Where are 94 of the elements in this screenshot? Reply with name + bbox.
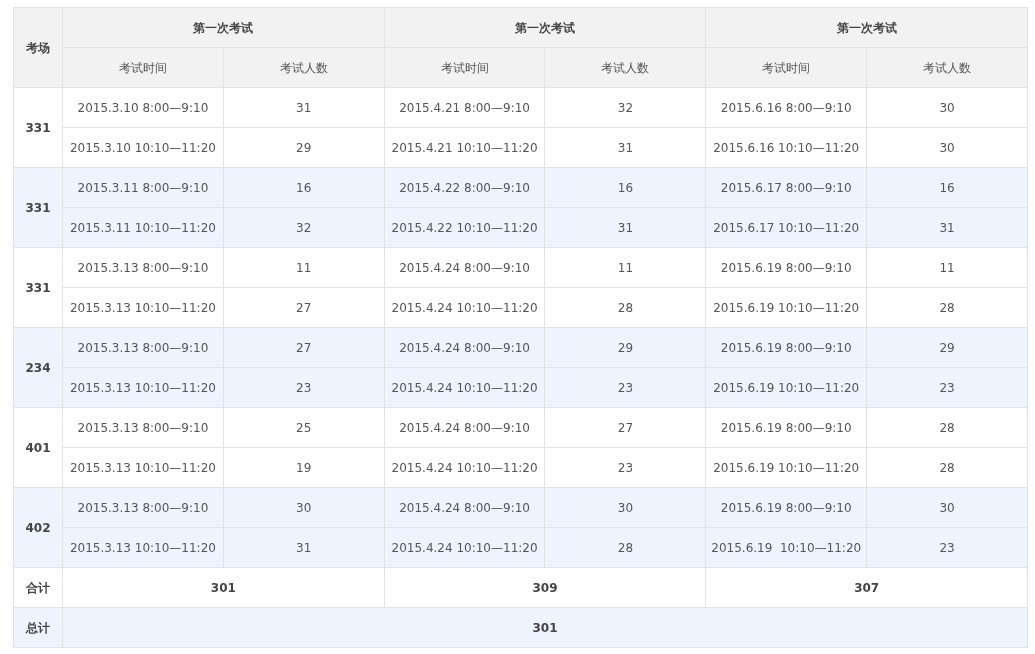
table-cell: 2015.4.21 8:00—9:10 (384, 87, 545, 128)
table-cell: 25 (223, 407, 385, 448)
column-header: 考试时间 (62, 47, 224, 88)
table-cell: 2015.4.21 10:10—11:20 (384, 127, 545, 168)
table-cell: 2015.6.19 10:10—11:20 (705, 447, 867, 488)
table-cell: 2015.4.24 10:10—11:20 (384, 367, 545, 408)
table-cell: 2015.3.13 8:00—9:10 (62, 407, 224, 448)
table-cell: 2015.3.13 8:00—9:10 (62, 327, 224, 368)
table-cell: 2015.6.19 8:00—9:10 (705, 327, 867, 368)
subtotal-cell: 307 (705, 567, 1028, 608)
table-cell: 31 (545, 207, 706, 248)
column-header: 考试人数 (545, 47, 706, 88)
table-cell: 2015.4.24 10:10—11:20 (384, 527, 545, 568)
room-cell: 234 (13, 327, 63, 408)
row-header: 总计 (13, 607, 63, 648)
table-cell: 2015.4.22 10:10—11:20 (384, 207, 545, 248)
table-cell: 2015.6.17 10:10—11:20 (705, 207, 867, 248)
table-cell: 28 (866, 447, 1028, 488)
column-header: 考场 (13, 7, 63, 88)
table-cell: 23 (223, 367, 385, 408)
table-cell: 2015.3.13 8:00—9:10 (62, 487, 224, 528)
table-cell: 2015.6.16 10:10—11:20 (705, 127, 867, 168)
table-cell: 32 (223, 207, 385, 248)
table-cell: 2015.6.19 8:00—9:10 (705, 487, 867, 528)
table-cell: 31 (866, 207, 1028, 248)
table-cell: 2015.3.13 10:10—11:20 (62, 527, 224, 568)
table-cell: 11 (545, 247, 706, 288)
table-cell: 16 (545, 167, 706, 208)
table-cell: 2015.3.13 10:10—11:20 (62, 447, 224, 488)
table-cell: 2015.3.11 8:00—9:10 (62, 167, 224, 208)
table-cell: 2015.6.17 8:00—9:10 (705, 167, 867, 208)
table-cell: 16 (223, 167, 385, 208)
table-cell: 2015.4.24 8:00—9:10 (384, 327, 545, 368)
table-cell: 2015.4.24 8:00—9:10 (384, 407, 545, 448)
table-cell: 11 (866, 247, 1028, 288)
table-cell: 2015.6.19 8:00—9:10 (705, 407, 867, 448)
table-cell: 2015.6.19 10:10—11:20 (705, 367, 867, 408)
table-cell: 30 (866, 487, 1028, 528)
table-cell: 27 (223, 287, 385, 328)
table-cell: 28 (545, 287, 706, 328)
table-cell: 30 (866, 87, 1028, 128)
room-cell: 402 (13, 487, 63, 568)
table-cell: 2015.3.13 8:00—9:10 (62, 247, 224, 288)
table-cell: 19 (223, 447, 385, 488)
table-cell: 2015.4.24 8:00—9:10 (384, 487, 545, 528)
table-cell: 29 (223, 127, 385, 168)
table-cell: 23 (545, 447, 706, 488)
room-cell: 401 (13, 407, 63, 488)
total-cell: 301 (62, 607, 1028, 648)
table-cell: 2015.4.22 8:00—9:10 (384, 167, 545, 208)
table-cell: 27 (545, 407, 706, 448)
table-cell: 28 (866, 287, 1028, 328)
subtotal-cell: 309 (384, 567, 706, 608)
table-cell: 2015.6.16 8:00—9:10 (705, 87, 867, 128)
table-cell: 16 (866, 167, 1028, 208)
table-cell: 31 (223, 527, 385, 568)
table-cell: 2015.6.19 8:00—9:10 (705, 247, 867, 288)
room-cell: 331 (13, 167, 63, 248)
table-cell: 2015.4.24 10:10—11:20 (384, 447, 545, 488)
table-cell: 2015.6.19 10:10—11:20 (705, 287, 867, 328)
table-cell: 2015.3.10 10:10—11:20 (62, 127, 224, 168)
table-cell: 11 (223, 247, 385, 288)
table-cell: 28 (866, 407, 1028, 448)
room-cell: 331 (13, 87, 63, 168)
table-cell: 2015.3.11 10:10—11:20 (62, 207, 224, 248)
table-cell: 2015.3.13 10:10—11:20 (62, 287, 224, 328)
column-header: 考试时间 (705, 47, 867, 88)
table-cell: 31 (545, 127, 706, 168)
column-header: 考试人数 (866, 47, 1028, 88)
table-cell: 30 (223, 487, 385, 528)
table-cell: 30 (545, 487, 706, 528)
table-cell: 23 (866, 367, 1028, 408)
table-cell: 31 (223, 87, 385, 128)
row-header: 合计 (13, 567, 63, 608)
table-cell: 2015.4.24 10:10—11:20 (384, 287, 545, 328)
group-header: 第一次考试 (384, 7, 706, 48)
column-header: 考试人数 (223, 47, 385, 88)
group-header: 第一次考试 (705, 7, 1028, 48)
table-cell: 23 (545, 367, 706, 408)
subtotal-cell: 301 (62, 567, 385, 608)
table-cell: 32 (545, 87, 706, 128)
room-cell: 331 (13, 247, 63, 328)
column-header: 考试时间 (384, 47, 545, 88)
table-cell: 2015.3.10 8:00—9:10 (62, 87, 224, 128)
table-cell: 29 (545, 327, 706, 368)
table-cell: 23 (866, 527, 1028, 568)
group-header: 第一次考试 (62, 7, 385, 48)
table-cell: 30 (866, 127, 1028, 168)
table-cell: 2015.6.19 10:10—11:20 (705, 527, 867, 568)
table-cell: 29 (866, 327, 1028, 368)
table-cell: 2015.3.13 10:10—11:20 (62, 367, 224, 408)
table-cell: 27 (223, 327, 385, 368)
table-cell: 2015.4.24 8:00—9:10 (384, 247, 545, 288)
table-cell: 28 (545, 527, 706, 568)
